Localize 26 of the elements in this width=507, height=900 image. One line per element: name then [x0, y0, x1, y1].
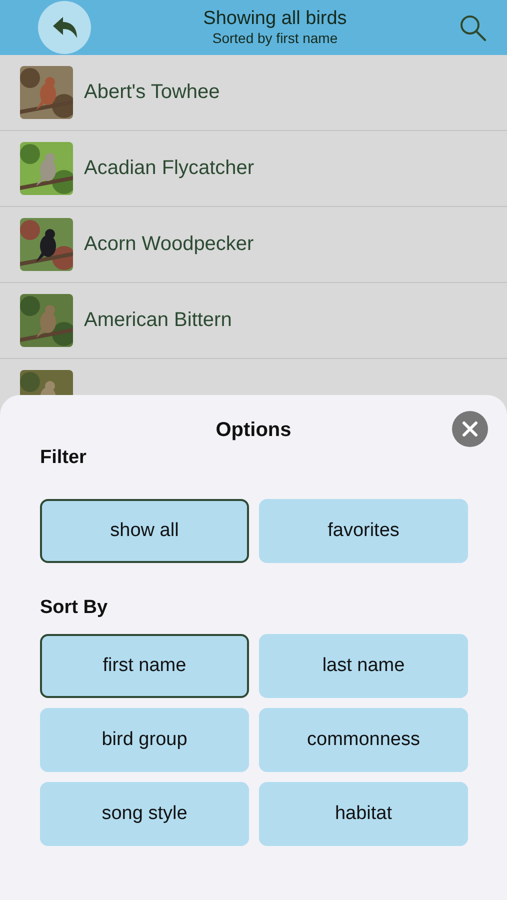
search-icon [459, 14, 487, 42]
bird-list-item[interactable]: Acadian Flycatcher [0, 131, 507, 207]
option-button[interactable]: last name [259, 634, 468, 698]
option-button[interactable]: habitat [259, 782, 468, 846]
options-title: Options [216, 419, 292, 443]
option-button[interactable]: favorites [259, 499, 468, 563]
bird-list-item[interactable]: Acorn Woodpecker [0, 207, 507, 283]
header-title: Showing all birds [203, 8, 347, 30]
option-button[interactable]: bird group [40, 708, 249, 772]
bird-list-item[interactable]: Abert's Towhee [0, 55, 507, 131]
bird-name: Acadian Flycatcher [84, 157, 254, 180]
bird-name: American Bittern [84, 309, 232, 332]
back-arrow-icon [50, 16, 78, 40]
close-button[interactable] [452, 411, 488, 447]
header-subtitle: Sorted by first name [212, 30, 338, 47]
option-button[interactable]: song style [40, 782, 249, 846]
bird-name: Abert's Towhee [84, 81, 220, 104]
section-heading: Sort By [40, 597, 109, 619]
option-button[interactable]: show all [40, 499, 249, 563]
search-button[interactable] [459, 14, 487, 42]
option-button[interactable]: first name [40, 634, 249, 698]
section-heading: Filter [40, 447, 88, 469]
option-button[interactable]: commonness [259, 708, 468, 772]
close-icon [462, 421, 478, 437]
bird-list-item[interactable]: American Bittern [0, 283, 507, 359]
bird-name: Acorn Woodpecker [84, 233, 254, 256]
